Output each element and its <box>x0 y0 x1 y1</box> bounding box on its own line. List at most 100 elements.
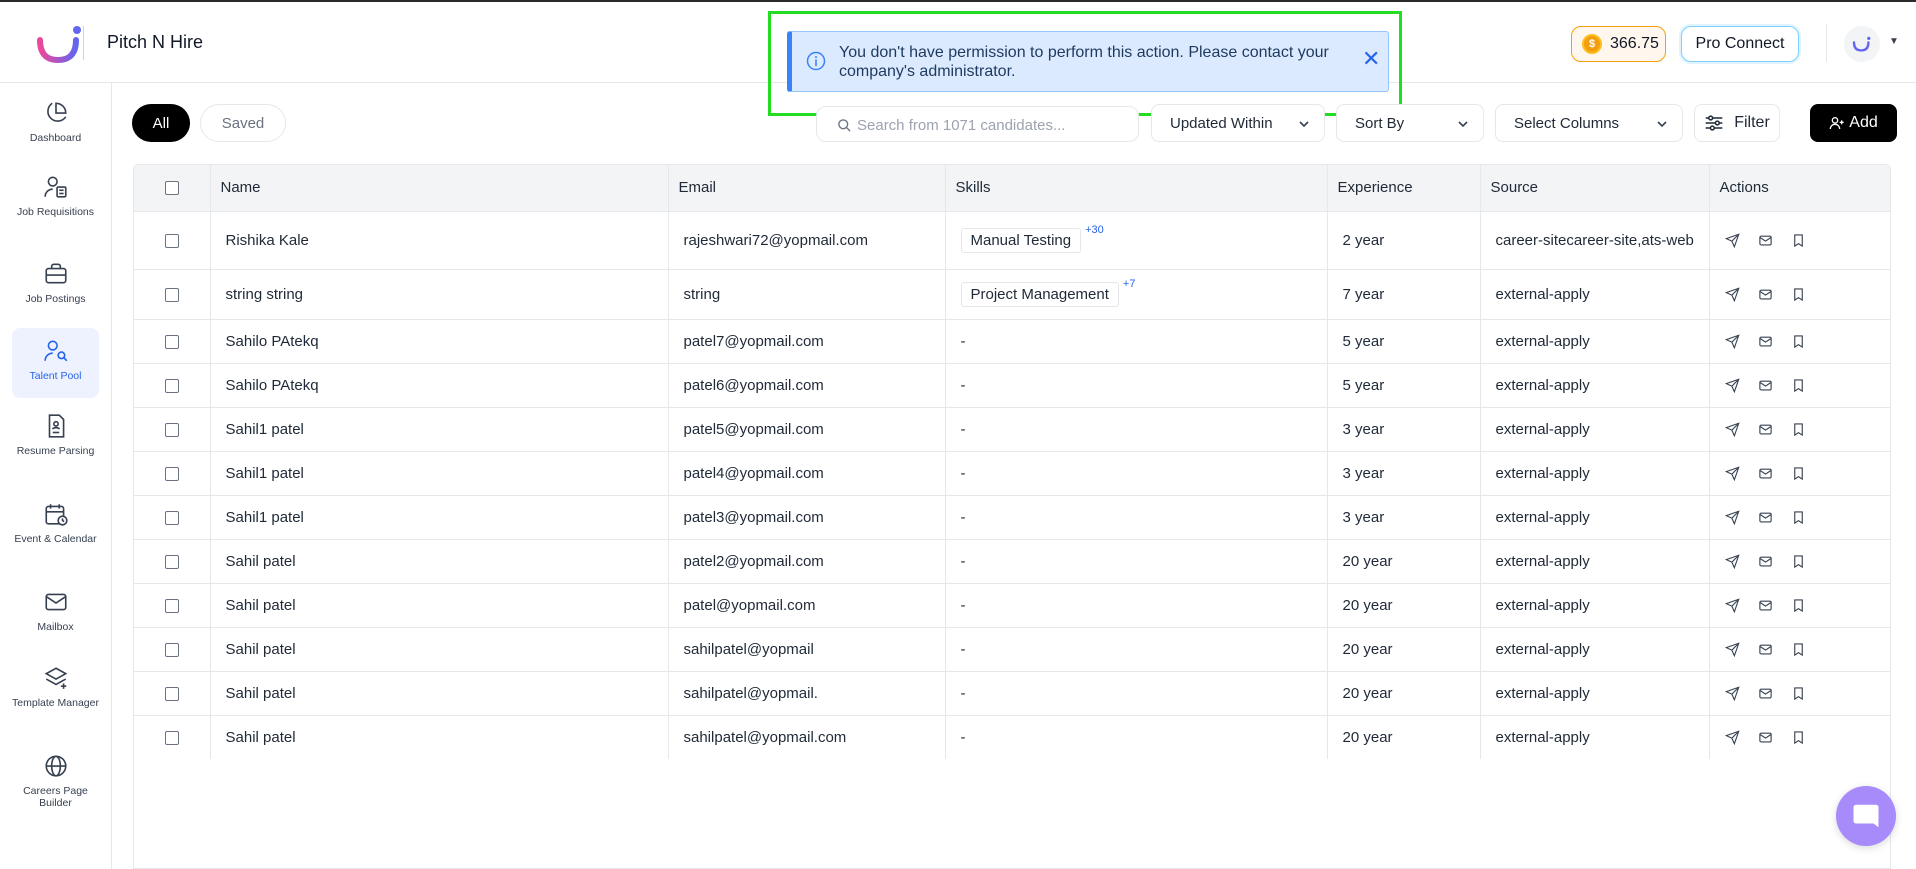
bookmark-icon[interactable] <box>1791 466 1806 481</box>
candidate-name[interactable]: Sahil patel <box>210 670 669 715</box>
candidate-name[interactable]: Sahil1 patel <box>210 450 669 495</box>
bookmark-icon[interactable] <box>1791 334 1806 349</box>
candidate-name[interactable]: Sahilo PAtekq <box>210 362 669 407</box>
send-icon[interactable] <box>1724 232 1740 248</box>
filter-button[interactable]: Filter <box>1694 104 1780 142</box>
column-header-name[interactable]: Name <box>210 165 669 211</box>
table-row[interactable]: Rishika Kale rajeshwari72@yopmail.com Manu… <box>134 210 1890 269</box>
row-checkbox[interactable] <box>164 730 179 745</box>
candidate-name[interactable]: Sahil patel <box>210 714 669 759</box>
select-columns-select[interactable]: Select Columns <box>1495 104 1683 142</box>
candidate-name[interactable]: Sahil1 patel <box>210 494 669 539</box>
sidebar-item-careers-page-builder[interactable]: Careers Page Builder <box>12 753 99 823</box>
mail-icon[interactable] <box>1758 466 1773 481</box>
table-row[interactable]: Sahil1 patel patel4@yopmail.com - 3 year ext… <box>134 450 1890 495</box>
mail-icon[interactable] <box>1758 334 1773 349</box>
sidebar-item-event-calendar[interactable]: Event & Calendar <box>12 501 99 571</box>
send-icon[interactable] <box>1724 465 1740 481</box>
row-checkbox[interactable] <box>164 554 179 569</box>
sidebar-item-dashboard[interactable]: Dashboard <box>12 100 99 160</box>
send-icon[interactable] <box>1724 286 1740 302</box>
bookmark-icon[interactable] <box>1791 233 1806 248</box>
mail-icon[interactable] <box>1758 378 1773 393</box>
candidate-name[interactable]: Sahilo PAtekq <box>210 318 669 363</box>
send-icon[interactable] <box>1724 641 1740 657</box>
mail-icon[interactable] <box>1758 730 1773 745</box>
row-checkbox[interactable] <box>164 233 179 248</box>
send-icon[interactable] <box>1724 377 1740 393</box>
sidebar-item-mailbox[interactable]: Mailbox <box>12 589 99 649</box>
close-icon[interactable]: ✕ <box>1362 46 1380 72</box>
chat-widget-button[interactable] <box>1836 786 1896 846</box>
table-row[interactable]: Sahilo PAtekq patel7@yopmail.com - 5 year ex… <box>134 318 1890 363</box>
tab-saved[interactable]: Saved <box>200 104 286 142</box>
column-header-source[interactable]: Source <box>1480 165 1710 211</box>
mail-icon[interactable] <box>1758 422 1773 437</box>
candidate-name[interactable]: string string <box>210 268 669 319</box>
sidebar-item-template-manager[interactable]: Template Manager <box>12 665 99 735</box>
bookmark-icon[interactable] <box>1791 554 1806 569</box>
table-row[interactable]: Sahilo PAtekq patel6@yopmail.com - 5 year ex… <box>134 362 1890 407</box>
send-icon[interactable] <box>1724 333 1740 349</box>
table-row[interactable]: Sahil patel sahilpatel@yopmail - 20 year ext… <box>134 626 1890 671</box>
sidebar-item-talent-pool[interactable]: Talent Pool <box>12 328 99 398</box>
bookmark-icon[interactable] <box>1791 598 1806 613</box>
send-icon[interactable] <box>1724 421 1740 437</box>
mail-icon[interactable] <box>1758 287 1773 302</box>
caret-down-icon[interactable]: ▼ <box>1889 36 1899 47</box>
app-logo-icon[interactable] <box>36 24 84 64</box>
bookmark-icon[interactable] <box>1791 642 1806 657</box>
tab-all[interactable]: All <box>132 104 190 142</box>
send-icon[interactable] <box>1724 509 1740 525</box>
avatar[interactable] <box>1844 26 1880 62</box>
table-row[interactable]: Sahil patel patel2@yopmail.com - 20 year ext… <box>134 538 1890 583</box>
column-header-email[interactable]: Email <box>668 165 946 211</box>
select-all-checkbox[interactable] <box>164 181 179 196</box>
sidebar-item-job-postings[interactable]: Job Postings <box>12 261 99 321</box>
candidate-name[interactable]: Sahil patel <box>210 538 669 583</box>
table-row[interactable]: string string string Project Management +7 7… <box>134 268 1890 319</box>
mail-icon[interactable] <box>1758 554 1773 569</box>
table-row[interactable]: Sahil1 patel patel3@yopmail.com - 3 year ext… <box>134 494 1890 539</box>
candidate-name[interactable]: Sahil1 patel <box>210 406 669 451</box>
send-icon[interactable] <box>1724 553 1740 569</box>
row-checkbox[interactable] <box>164 466 179 481</box>
table-row[interactable]: Sahil patel patel@yopmail.com - 20 year exte… <box>134 582 1890 627</box>
column-header-experience[interactable]: Experience <box>1327 165 1481 211</box>
table-row[interactable]: Sahil1 patel patel5@yopmail.com - 3 year ext… <box>134 406 1890 451</box>
sort-by-select[interactable]: Sort By <box>1336 104 1484 142</box>
bookmark-icon[interactable] <box>1791 510 1806 525</box>
mail-icon[interactable] <box>1758 686 1773 701</box>
table-row[interactable]: Sahil patel sahilpatel@yopmail.com - 20 yea… <box>134 714 1890 759</box>
sidebar-item-resume-parsing[interactable]: Resume Parsing <box>12 413 99 483</box>
updated-within-select[interactable]: Updated Within <box>1151 104 1325 142</box>
bookmark-icon[interactable] <box>1791 287 1806 302</box>
mail-icon[interactable] <box>1758 642 1773 657</box>
more-skills-badge[interactable]: +7 <box>1123 278 1136 290</box>
table-row[interactable]: Sahil patel sahilpatel@yopmail. - 20 year ex… <box>134 670 1890 715</box>
candidate-name[interactable]: Sahil patel <box>210 582 669 627</box>
pro-connect-button[interactable]: Pro Connect <box>1681 26 1799 62</box>
row-checkbox[interactable] <box>164 287 179 302</box>
coin-balance[interactable]: $ 366.75 <box>1571 26 1666 62</box>
mail-icon[interactable] <box>1758 598 1773 613</box>
row-checkbox[interactable] <box>164 334 179 349</box>
row-checkbox[interactable] <box>164 422 179 437</box>
send-icon[interactable] <box>1724 685 1740 701</box>
row-checkbox[interactable] <box>164 378 179 393</box>
mail-icon[interactable] <box>1758 233 1773 248</box>
candidate-name[interactable]: Sahil patel <box>210 626 669 671</box>
add-button[interactable]: Add <box>1810 104 1897 142</box>
mail-icon[interactable] <box>1758 510 1773 525</box>
row-checkbox[interactable] <box>164 686 179 701</box>
send-icon[interactable] <box>1724 597 1740 613</box>
bookmark-icon[interactable] <box>1791 730 1806 745</box>
more-skills-badge[interactable]: +30 <box>1085 224 1104 236</box>
send-icon[interactable] <box>1724 730 1740 745</box>
bookmark-icon[interactable] <box>1791 422 1806 437</box>
row-checkbox[interactable] <box>164 598 179 613</box>
candidate-name[interactable]: Rishika Kale <box>210 210 669 269</box>
column-header-skills[interactable]: Skills <box>945 165 1328 211</box>
row-checkbox[interactable] <box>164 510 179 525</box>
bookmark-icon[interactable] <box>1791 686 1806 701</box>
